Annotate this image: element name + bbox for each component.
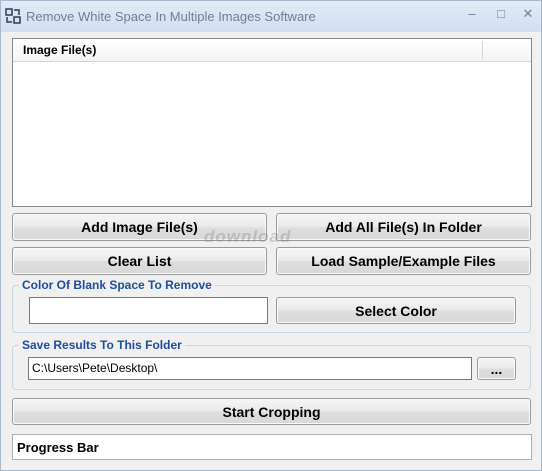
color-group: Color Of Blank Space To Remove Select Co… — [12, 278, 531, 333]
clear-list-button[interactable]: Clear List — [12, 247, 267, 275]
app-window: Remove White Space In Multiple Images So… — [0, 0, 542, 471]
app-icon — [5, 8, 21, 24]
browse-folder-button[interactable]: ... — [477, 357, 516, 380]
title-bar[interactable]: Remove White Space In Multiple Images So… — [1, 1, 541, 32]
save-folder-group: Save Results To This Folder C:\Users\Pet… — [12, 338, 531, 390]
save-folder-path-input[interactable]: C:\Users\Pete\Desktop\ — [28, 357, 472, 380]
color-swatch-field[interactable] — [29, 297, 268, 324]
select-color-button[interactable]: Select Color — [276, 297, 516, 324]
start-cropping-button[interactable]: Start Cropping — [12, 398, 531, 425]
column-header-image-files[interactable]: Image File(s) — [23, 43, 96, 57]
window-title: Remove White Space In Multiple Images So… — [26, 9, 316, 24]
column-separator[interactable] — [482, 41, 483, 59]
image-file-list[interactable]: Image File(s) — [12, 38, 532, 207]
progress-bar-label: Progress Bar — [17, 440, 99, 455]
close-icon[interactable]: ✕ — [517, 6, 539, 22]
save-folder-group-label: Save Results To This Folder — [19, 338, 185, 352]
maximize-icon[interactable]: □ — [490, 6, 512, 21]
load-sample-files-button[interactable]: Load Sample/Example Files — [276, 247, 531, 275]
minimize-icon[interactable]: – — [461, 6, 483, 21]
progress-bar: Progress Bar — [12, 434, 532, 460]
color-group-label: Color Of Blank Space To Remove — [19, 278, 215, 292]
list-header[interactable]: Image File(s) — [13, 39, 531, 62]
download-watermark: download — [204, 227, 292, 246]
add-all-files-in-folder-button[interactable]: Add All File(s) In Folder — [276, 213, 531, 241]
